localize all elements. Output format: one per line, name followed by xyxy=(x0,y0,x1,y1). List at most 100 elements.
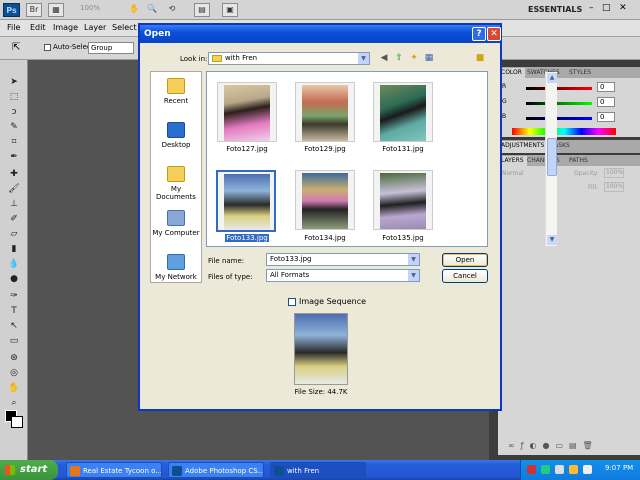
rotate-view-icon[interactable]: ⟲ xyxy=(164,3,180,17)
blue-slider[interactable] xyxy=(526,117,592,120)
taskbar-item-open-dialog[interactable]: with Fren xyxy=(270,462,366,478)
tab-paths[interactable]: PATHS xyxy=(566,156,591,166)
layer-actions-bar[interactable]: ∞ƒ◐●▭▤🗑 xyxy=(508,441,599,450)
red-value[interactable]: 0 xyxy=(597,82,615,92)
place-my-documents[interactable]: My Documents xyxy=(151,166,201,201)
security-icon[interactable] xyxy=(569,465,578,474)
file-thumbnail[interactable] xyxy=(295,170,355,230)
file-thumbnail-selected[interactable] xyxy=(216,170,276,232)
green-slider[interactable] xyxy=(526,102,592,105)
background-color-swatch[interactable] xyxy=(11,416,23,428)
folder-link-icon[interactable]: ■ xyxy=(474,53,486,64)
history-brush-tool-icon[interactable]: ✐ xyxy=(7,213,21,226)
file-name-selected[interactable]: Foto133.jpg xyxy=(211,234,283,242)
green-value[interactable]: 0 xyxy=(597,97,615,107)
color-spectrum[interactable] xyxy=(512,128,616,135)
crop-tool-icon[interactable]: ⌗ xyxy=(7,136,21,149)
place-desktop[interactable]: Desktop xyxy=(151,122,201,149)
screen-mode-icon[interactable]: ▣ xyxy=(222,3,238,17)
path-select-tool-icon[interactable]: ↖ xyxy=(7,320,21,333)
red-slider[interactable] xyxy=(526,87,592,90)
volume-icon[interactable] xyxy=(583,465,592,474)
hand-tool-icon[interactable]: ✋ xyxy=(7,382,21,395)
file-name[interactable]: Foto129.jpg xyxy=(289,145,361,153)
pen-tool-icon[interactable]: ✑ xyxy=(7,290,21,303)
new-folder-icon[interactable]: ✦ xyxy=(408,53,420,64)
hand-tool-icon[interactable]: ✋ xyxy=(126,3,142,17)
scrollbar-thumb[interactable] xyxy=(547,138,557,176)
eyedropper-tool-icon[interactable]: ✒ xyxy=(7,151,21,164)
fill-value[interactable]: 100% xyxy=(604,182,624,192)
menu-file[interactable]: File xyxy=(7,23,20,32)
type-tool-icon[interactable]: T xyxy=(7,305,21,318)
taskbar-item-firefox[interactable]: Real Estate Tycoon o... xyxy=(66,462,162,478)
move-tool-icon[interactable]: ➤ xyxy=(7,76,21,89)
workspace-switcher[interactable]: ESSENTIALS xyxy=(528,5,582,14)
checkbox-box[interactable] xyxy=(288,297,296,306)
gradient-tool-icon[interactable]: ▮ xyxy=(7,243,21,256)
arrange-documents-icon[interactable]: ▤ xyxy=(194,3,210,17)
tab-styles[interactable]: STYLES xyxy=(566,68,594,78)
file-name[interactable]: Foto127.jpg xyxy=(211,145,283,153)
brush-tool-icon[interactable]: 🖌 xyxy=(7,183,21,196)
3d-orbit-tool-icon[interactable]: ◎ xyxy=(7,367,21,380)
extras-icon[interactable]: ▦ xyxy=(48,3,64,17)
zoom-tool-icon[interactable]: 🔍 xyxy=(144,3,160,17)
maximize-icon[interactable]: □ xyxy=(602,3,611,13)
vertical-scrollbar[interactable]: ▲ ▼ xyxy=(545,72,557,246)
file-thumbnail[interactable] xyxy=(295,82,355,142)
place-recent[interactable]: Recent xyxy=(151,78,201,105)
file-thumbnail[interactable] xyxy=(373,170,433,230)
chevron-down-icon[interactable]: ▼ xyxy=(408,254,419,265)
minimize-icon[interactable]: – xyxy=(589,3,594,13)
file-type-dropdown[interactable]: All Formats ▼ xyxy=(266,269,420,282)
menu-select[interactable]: Select xyxy=(112,23,137,32)
cancel-button[interactable]: Cancel xyxy=(442,269,488,283)
place-my-computer[interactable]: My Computer xyxy=(151,210,201,237)
file-name[interactable]: Foto135.jpg xyxy=(367,234,439,242)
menu-layer[interactable]: Layer xyxy=(84,23,106,32)
healing-tool-icon[interactable]: ✚ xyxy=(7,168,21,181)
place-my-network[interactable]: My Network xyxy=(151,254,201,281)
tab-adjustments[interactable]: ADJUSTMENTS xyxy=(498,141,548,153)
zoom-level[interactable]: 100% xyxy=(80,4,100,12)
file-name[interactable]: Foto134.jpg xyxy=(289,234,361,242)
file-thumbnail[interactable] xyxy=(217,82,277,142)
start-button[interactable]: start xyxy=(0,460,58,480)
tray-app-icon[interactable] xyxy=(527,465,536,474)
tab-color[interactable]: COLOR xyxy=(498,68,525,78)
look-in-dropdown[interactable]: with Fren ▼ xyxy=(208,52,370,65)
scroll-up-icon[interactable]: ▲ xyxy=(547,73,557,83)
quick-select-tool-icon[interactable]: ✎ xyxy=(7,121,21,134)
dialog-close-button[interactable]: ✕ xyxy=(487,27,501,41)
bridge-icon[interactable]: Br xyxy=(26,3,42,17)
network-icon[interactable] xyxy=(555,465,564,474)
blur-tool-icon[interactable]: 💧 xyxy=(7,258,21,271)
dodge-tool-icon[interactable]: ● xyxy=(7,273,21,286)
marquee-tool-icon[interactable]: ⬚ xyxy=(7,91,21,104)
3d-rotate-tool-icon[interactable]: ⊛ xyxy=(7,352,21,365)
zoom-tool-icon[interactable]: ⌕ xyxy=(7,397,21,410)
view-menu-icon[interactable]: ▦ xyxy=(423,53,435,64)
image-sequence-checkbox[interactable]: Image Sequence xyxy=(288,297,366,306)
eraser-tool-icon[interactable]: ▱ xyxy=(7,228,21,241)
blue-value[interactable]: 0 xyxy=(597,112,615,122)
blend-mode-dropdown[interactable]: Normal xyxy=(502,170,524,177)
chevron-down-icon[interactable]: ▼ xyxy=(408,270,419,281)
move-tool-icon[interactable]: ⇱ xyxy=(12,42,20,53)
up-folder-icon[interactable]: ⇧ xyxy=(393,53,405,64)
lasso-tool-icon[interactable]: ↄ xyxy=(7,106,21,119)
shape-tool-icon[interactable]: ▭ xyxy=(7,335,21,348)
clone-stamp-tool-icon[interactable]: ⊥ xyxy=(7,198,21,211)
close-icon[interactable]: ✕ xyxy=(619,3,627,13)
tab-layers[interactable]: LAYERS xyxy=(498,156,527,166)
scroll-down-icon[interactable]: ▼ xyxy=(547,235,557,245)
auto-select-dropdown[interactable]: Group xyxy=(88,42,134,54)
back-icon[interactable]: ◀ xyxy=(378,53,390,64)
taskbar-item-photoshop[interactable]: Adobe Photoshop CS... xyxy=(168,462,264,478)
help-button[interactable]: ? xyxy=(472,27,486,41)
tray-app-icon[interactable] xyxy=(541,465,550,474)
file-name[interactable]: Foto131.jpg xyxy=(367,145,439,153)
file-name-input[interactable]: Foto133.jpg ▼ xyxy=(266,253,420,266)
file-thumbnail[interactable] xyxy=(373,82,433,142)
